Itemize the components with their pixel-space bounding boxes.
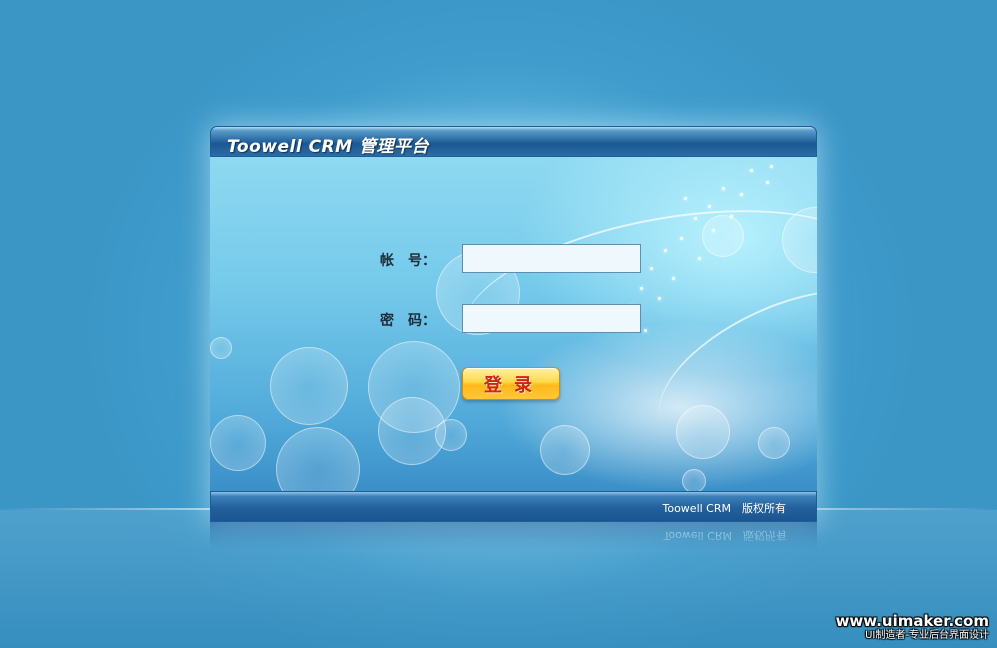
- decor-sparkle: [730, 215, 733, 218]
- decor-sparkle: [658, 297, 661, 300]
- decor-bubble: [270, 347, 348, 425]
- reflection-copyright-text: Toowell CRM 版权所有: [663, 529, 788, 542]
- decor-sparkle: [708, 205, 711, 208]
- decor-bubble: [682, 469, 706, 491]
- decor-bubble: [210, 415, 266, 471]
- decor-sparkle: [750, 169, 753, 172]
- watermark-tagline: UI制造者-专业后台界面设计: [865, 630, 989, 641]
- account-input[interactable]: [462, 244, 641, 273]
- window-title: Toowell CRM 管理平台: [227, 137, 429, 157]
- decor-sparkle: [684, 197, 687, 200]
- decor-sparkle: [712, 229, 715, 232]
- login-button[interactable]: 登录: [462, 367, 560, 400]
- decor-sparkle: [740, 193, 743, 196]
- password-label: 密 码：: [380, 313, 436, 329]
- decor-sparkle: [770, 165, 773, 168]
- decor-bubble: [276, 427, 360, 491]
- decor-sparkle: [644, 329, 647, 332]
- decor-sparkle: [722, 187, 725, 190]
- decor-sparkle: [680, 237, 683, 240]
- decor-sparkle: [640, 287, 643, 290]
- decor-sparkle: [664, 249, 667, 252]
- reflection-bar: Toowell CRM 版权所有: [210, 522, 817, 553]
- window-reflection: Toowell CRM 版权所有: [210, 522, 817, 562]
- decor-bubble: [540, 425, 590, 475]
- login-content-area: 帐 号： 密 码： 登录: [210, 157, 817, 491]
- copyright-text: Toowell CRM 版权所有: [662, 502, 787, 515]
- watermark-url: www.uimaker.com: [835, 612, 989, 630]
- footer-bar: Toowell CRM 版权所有: [210, 491, 817, 522]
- decor-sparkle: [694, 217, 697, 220]
- decor-sparkle: [766, 181, 769, 184]
- decor-sparkle: [650, 267, 653, 270]
- title-bar: Toowell CRM 管理平台: [210, 126, 817, 157]
- login-window: Toowell CRM 管理平台 帐 号： 密 码： 登录 Toowell CR…: [210, 126, 817, 522]
- watermark: www.uimaker.com UI制造者-专业后台界面设计: [836, 613, 989, 642]
- decor-bubble: [435, 419, 467, 451]
- password-input[interactable]: [462, 304, 641, 333]
- decor-sparkle: [698, 257, 701, 260]
- account-label: 帐 号：: [380, 253, 436, 269]
- decor-sparkle: [672, 277, 675, 280]
- decor-bubble: [210, 337, 232, 359]
